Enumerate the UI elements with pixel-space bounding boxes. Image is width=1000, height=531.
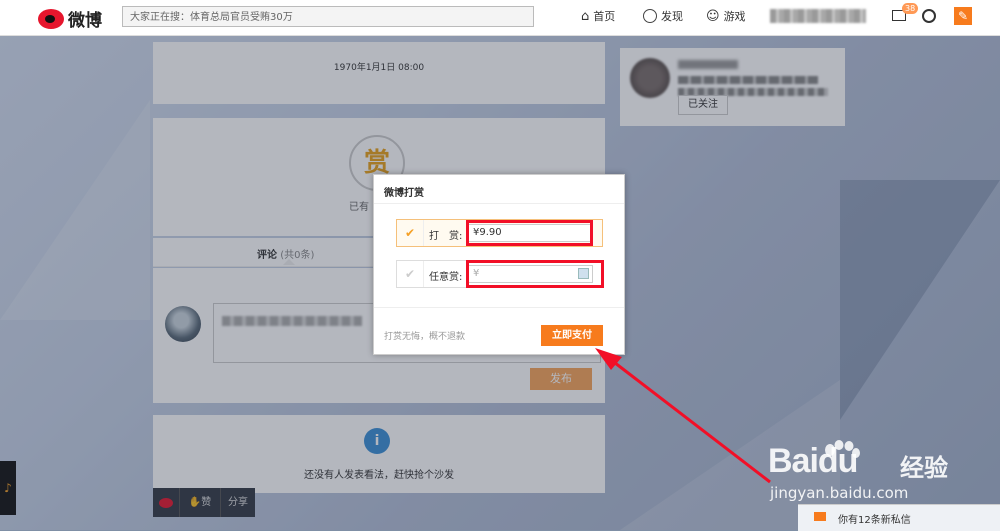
envelope-icon	[814, 512, 826, 521]
home-icon: ⌂	[581, 8, 590, 24]
reward-dialog: 微博打赏 ✔ 打 赏: ¥9.90 ✔ 任意赏: ¥ 打赏无悔，概不退款 立即支…	[373, 174, 625, 355]
divider	[423, 220, 424, 246]
nav-home-label: 首页	[593, 10, 616, 23]
nav-discover-label: 发现	[661, 10, 683, 23]
gear-icon[interactable]	[922, 9, 936, 23]
nav-games-label: 游戏	[723, 10, 746, 23]
compass-icon	[643, 9, 657, 23]
checkmark-icon: ✔	[405, 226, 416, 240]
private-message-notification[interactable]: 你有12条新私信	[798, 504, 1000, 531]
no-refund-note: 打赏无悔，概不退款	[384, 332, 466, 342]
notification-text: 你有12条新私信	[838, 515, 911, 526]
compose-icon[interactable]: ✎	[954, 7, 972, 25]
top-navigation-bar: 微博 大家正在搜：体育总局官员受贿30万 ⌂ 首页 发现 ☺ 游戏 38 ✎	[0, 0, 1000, 36]
paw-icon	[825, 440, 860, 458]
nav-home[interactable]: ⌂ 首页	[581, 8, 615, 24]
dialog-title: 微博打赏	[384, 188, 424, 199]
username-blurred[interactable]	[770, 9, 866, 23]
gamepad-icon: ☺	[706, 8, 720, 24]
option-custom-label: 任意赏:	[429, 272, 463, 283]
divider	[423, 261, 424, 287]
option-fixed-label: 打 赏:	[429, 231, 463, 242]
watermark-url: jingyan.baidu.com	[770, 484, 909, 502]
highlight-box	[466, 260, 604, 288]
weibo-eye-icon	[38, 8, 64, 29]
nav-games[interactable]: ☺ 游戏	[706, 8, 746, 24]
baidu-watermark: Baidu 经验 jingyan.baidu.com	[768, 440, 1000, 510]
logo-text: 微博	[68, 11, 102, 31]
highlight-box	[466, 220, 593, 246]
weibo-logo[interactable]: 微博	[38, 6, 102, 31]
search-input[interactable]: 大家正在搜：体育总局官员受贿30万	[122, 6, 534, 27]
watermark-brand-cn: 经验	[900, 454, 948, 482]
divider	[374, 203, 624, 204]
checkmark-icon: ✔	[405, 267, 416, 281]
mail-count-badge: 38	[902, 3, 919, 14]
divider	[374, 307, 624, 308]
nav-discover[interactable]: 发现	[643, 8, 683, 24]
pay-now-button[interactable]: 立即支付	[541, 325, 603, 346]
